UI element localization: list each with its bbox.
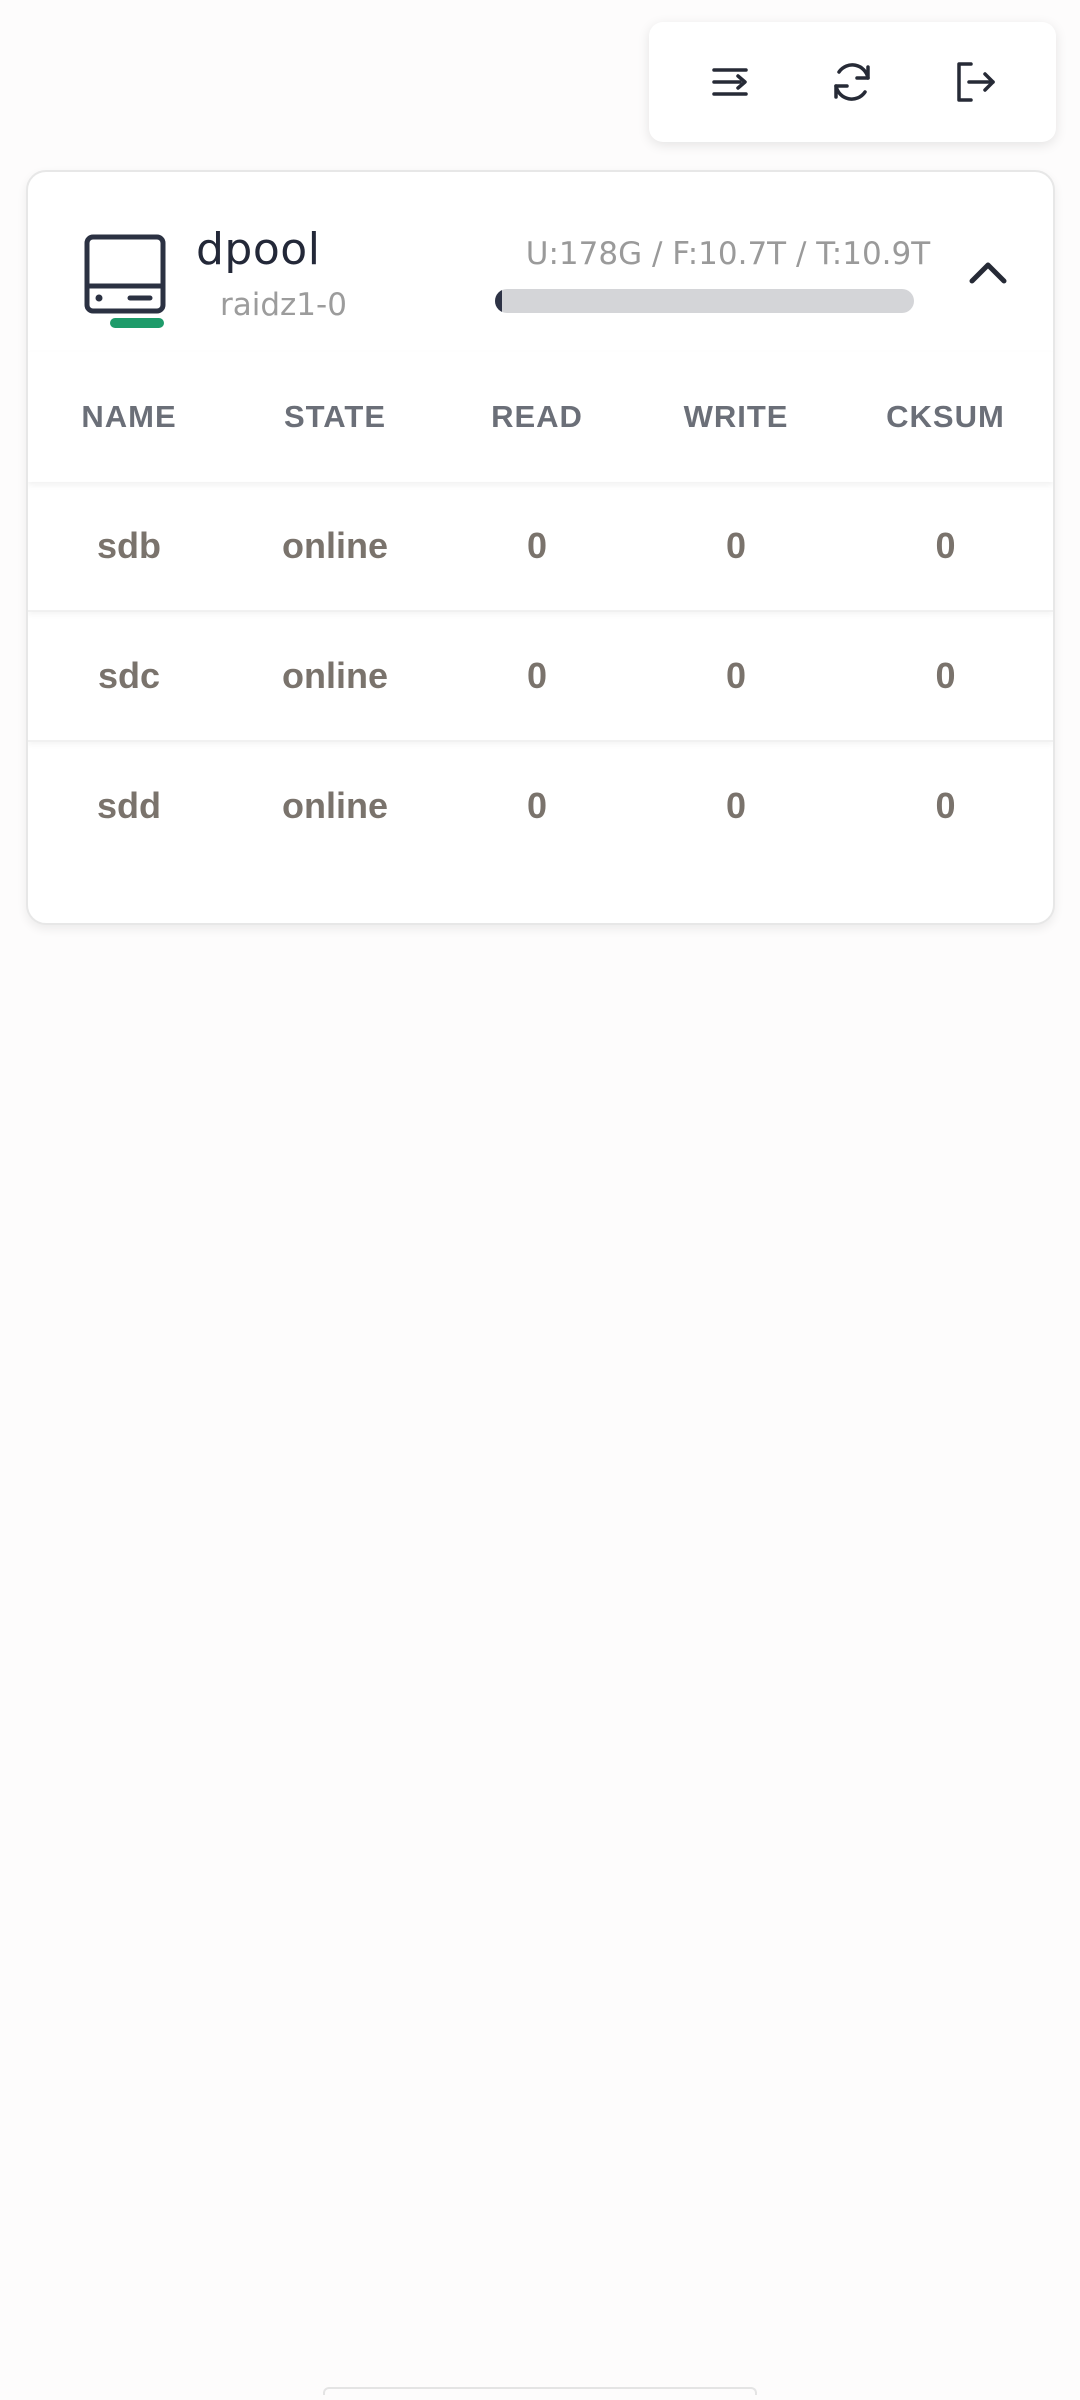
pool-header[interactable]: dpool raidz1-0 U:178G / F:10.7T / T:10.9… [28, 172, 1053, 352]
device-checksum-errors: 0 [935, 785, 956, 826]
device-name: sdc [97, 655, 161, 696]
table-header: NAME STATE READ WRITE CKSUM [28, 352, 1053, 482]
pool-usage-text: U:178G / F:10.7T / T:10.9T [525, 236, 931, 272]
pool-card: dpool raidz1-0 U:178G / F:10.7T / T:10.9… [26, 170, 1055, 925]
device-state: online [282, 655, 388, 696]
device-read-errors: 0 [526, 785, 548, 826]
refresh-button[interactable] [812, 42, 892, 122]
table-row: sdd online 0 0 0 [28, 742, 1053, 870]
table-row: sdb online 0 0 0 [28, 482, 1053, 612]
column-header-read: READ [491, 399, 583, 434]
device-name: sdd [96, 785, 161, 826]
hard-disk-icon [84, 234, 166, 328]
pool-vdev: raidz1-0 [220, 287, 347, 323]
pool-usage-fill [495, 289, 502, 313]
device-write-errors: 0 [725, 655, 747, 696]
device-read-errors: 0 [526, 525, 548, 566]
column-header-name: NAME [81, 399, 177, 434]
column-header-cksum: CKSUM [886, 399, 1005, 434]
home-indicator[interactable] [323, 2387, 757, 2395]
sort-button[interactable] [690, 42, 770, 122]
zfs-pool-screen: dpool raidz1-0 U:178G / F:10.7T / T:10.9… [0, 0, 1080, 2400]
pool-status-indicator [110, 318, 164, 328]
device-read-errors: 0 [526, 655, 548, 696]
logout-button[interactable] [935, 42, 1015, 122]
device-checksum-errors: 0 [935, 525, 956, 566]
device-name: sdb [96, 525, 161, 566]
column-header-state: STATE [283, 399, 386, 434]
logout-icon [957, 62, 995, 102]
device-state: online [282, 525, 388, 566]
sort-lines-icon [712, 68, 748, 96]
chevron-up-icon [969, 262, 1007, 284]
pool-name: dpool [196, 224, 321, 275]
device-write-errors: 0 [725, 525, 747, 566]
pool-usage-bar [495, 289, 914, 313]
device-write-errors: 0 [725, 785, 747, 826]
device-table: NAME STATE READ WRITE CKSUM sdb online 0… [28, 352, 1053, 870]
refresh-icon [834, 63, 871, 101]
device-state: online [282, 785, 388, 826]
table-row: sdc online 0 0 0 [28, 612, 1053, 742]
collapse-button[interactable] [958, 242, 1018, 302]
top-toolbar [649, 22, 1056, 142]
device-checksum-errors: 0 [935, 655, 956, 696]
column-header-write: WRITE [683, 399, 789, 434]
